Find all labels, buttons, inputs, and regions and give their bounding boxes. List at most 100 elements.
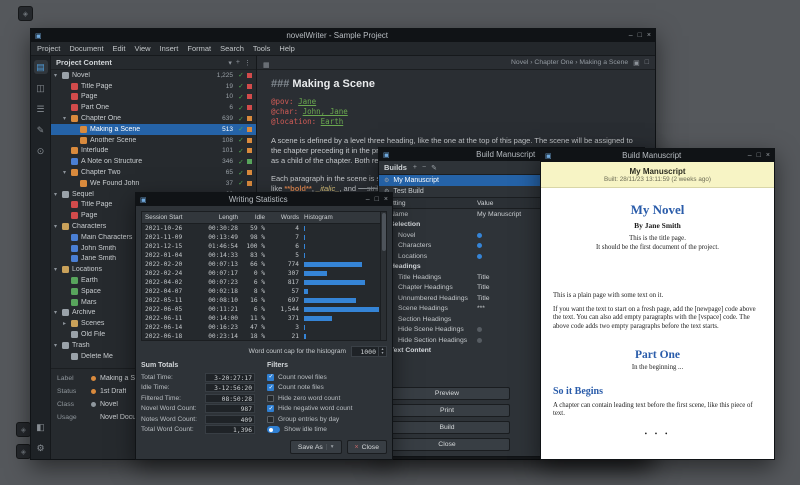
session-row[interactable]: 2021-10-26 00:30:28 59 % 4 [142,224,386,233]
spin-down-icon[interactable]: ▾ [381,351,383,355]
session-row[interactable]: 2022-02-20 00:07:13 66 % 774 [142,260,386,269]
outline-view-icon[interactable]: ☰ [34,102,48,116]
session-row[interactable]: 2022-01-04 00:14:33 83 % 5 [142,251,386,260]
stats-window-titlebar[interactable]: ▣ Writing Statistics – □ × [136,193,392,206]
novel-view-icon[interactable]: ◫ [34,81,48,95]
expander-icon[interactable]: ▾ [54,191,62,198]
edit-document-icon[interactable]: ✎ [34,123,48,137]
scrollbar-thumb[interactable] [382,213,386,251]
preview-window-titlebar[interactable]: ▣ Build Manuscript – □ × [541,149,774,162]
cap-spinbox[interactable]: 1000 ▴▾ [351,346,387,357]
expander-icon[interactable]: ▾ [54,223,62,230]
filter-row[interactable]: Hide zero word count [267,393,352,404]
session-row[interactable]: 2022-05-11 00:08:10 16 % 697 [142,296,386,305]
close-icon[interactable]: × [647,32,651,39]
setting-toggle-dot[interactable] [477,243,482,248]
manuscript-page[interactable]: My Novel By Jane Smith This is the title… [541,188,774,459]
tree-item[interactable]: Page 10 ✓ [51,92,256,103]
filter-checkbox[interactable] [267,416,274,423]
menu-item[interactable]: Insert [160,44,179,53]
expander-icon[interactable]: ▾ [54,72,62,79]
meta-value[interactable]: John, Jane [303,107,348,116]
menu-item[interactable]: Tools [253,44,271,53]
bookmark-icon[interactable]: ▣ [633,59,640,67]
menu-item[interactable]: Format [187,44,211,53]
writing-stats-icon[interactable]: ◧ [34,420,48,434]
save-as-button[interactable]: Save As▾ [290,440,342,454]
preview-button[interactable]: Preview [384,387,510,400]
expand-all-icon[interactable]: ▾ [228,59,232,67]
expander-icon[interactable]: ▾ [54,309,62,316]
close-icon[interactable]: × [766,152,770,159]
filter-checkbox[interactable] [267,426,280,433]
session-row[interactable]: 2022-02-24 00:07:17 0 % 307 [142,269,386,278]
setting-toggle-dot[interactable] [477,254,482,259]
add-build-icon[interactable]: + [413,164,417,172]
menu-item[interactable]: Document [69,44,103,53]
meta-value[interactable]: Jane [298,97,316,106]
column-idle[interactable]: Idle [238,214,265,221]
column-words[interactable]: Words [265,214,299,221]
desktop-icon-1[interactable]: ◈ [18,6,33,21]
filter-checkbox[interactable] [267,405,274,412]
setting-toggle-dot[interactable] [477,222,482,227]
column-session-start[interactable]: Session Start [142,214,198,221]
close-icon[interactable]: × [384,196,388,203]
expander-icon[interactable]: ▾ [54,342,62,349]
filter-checkbox[interactable] [267,384,274,391]
column-length[interactable]: Length [198,214,238,221]
session-row[interactable]: 2022-06-05 00:11:21 6 % 1,544 [142,305,386,314]
close-button[interactable]: Close [384,438,510,451]
table-scrollbar[interactable] [380,212,386,340]
minimize-icon[interactable]: – [366,196,370,203]
setting-toggle-dot[interactable] [490,296,495,301]
menu-item[interactable]: Project [37,44,60,53]
desktop-icon-2[interactable]: ◈ [16,422,31,437]
filter-row[interactable]: Group entries by day [267,414,352,425]
minimize-icon[interactable]: – [748,152,752,159]
session-row[interactable]: 2021-12-15 01:46:54 100 % 6 [142,242,386,251]
setting-toggle-dot[interactable] [490,285,495,290]
filter-row[interactable]: Hide negative word count [267,404,352,415]
setting-toggle-dot[interactable] [477,264,482,269]
remove-build-icon[interactable]: − [422,164,426,172]
tree-item[interactable]: ▾ Chapter One 639 ✓ [51,113,256,124]
tree-item[interactable]: ▾ Chapter Two 65 ✓ [51,167,256,178]
tree-item[interactable]: Title Page 19 ✓ [51,81,256,92]
tree-item[interactable]: ▾ Novel 1,225 ✓ [51,70,256,81]
meta-value[interactable]: Earth [321,117,344,126]
document-menu-icon[interactable]: ▦ [263,62,270,69]
tree-item[interactable]: We Found John 37 ✓ [51,178,256,189]
edit-build-icon[interactable]: ✎ [431,164,437,172]
main-window-titlebar[interactable]: ▣ novelWriter - Sample Project – □ × [31,29,655,42]
filter-row[interactable]: Count note files [267,383,352,394]
session-row[interactable]: 2022-06-11 00:14:00 11 % 371 [142,314,386,323]
more-options-icon[interactable]: ⋮ [244,59,251,67]
menu-item[interactable]: View [134,44,150,53]
session-row[interactable]: 2021-11-09 00:13:49 98 % 7 [142,233,386,242]
setting-toggle-dot[interactable] [477,233,482,238]
settings-gear-icon[interactable]: ⚙ [34,441,48,455]
maximize-icon[interactable]: □ [638,32,642,39]
tree-item[interactable]: Part One 6 ✓ [51,102,256,113]
expander-icon[interactable]: ▾ [63,115,71,122]
setting-toggle-dot[interactable] [477,317,482,322]
tree-item[interactable]: Another Scene 108 ✓ [51,135,256,146]
menu-item[interactable]: Search [220,44,244,53]
filter-checkbox[interactable] [267,395,274,402]
session-row[interactable]: 2022-04-02 00:07:23 6 % 817 [142,278,386,287]
maximize-icon[interactable]: □ [757,152,761,159]
print-button[interactable]: Print [384,404,510,417]
setting-toggle-dot[interactable] [521,212,526,217]
build-button[interactable]: Build [384,421,510,434]
expander-icon[interactable]: ▸ [63,320,71,327]
maximize-icon[interactable]: □ [375,196,379,203]
desktop-icon-3[interactable]: ◈ [16,444,31,459]
menu-item[interactable]: Help [279,44,294,53]
add-item-icon[interactable]: + [236,59,240,67]
filter-row[interactable]: Show idle time [267,425,352,436]
close-button[interactable]: ×Close [347,440,387,454]
minimize-icon[interactable]: – [629,32,633,39]
session-row[interactable]: 2022-06-14 00:16:23 47 % 3 [142,323,386,332]
tree-item[interactable]: Making a Scene 513 ✓ [51,124,256,135]
